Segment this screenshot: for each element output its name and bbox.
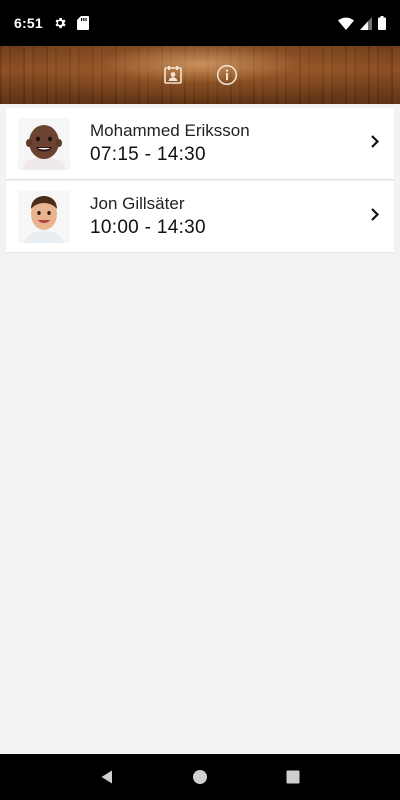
child-text: Jon Gillsäter 10:00 - 14:30 [90, 193, 206, 241]
list-item[interactable]: Mohammed Eriksson 07:15 - 14:30 [6, 108, 394, 179]
avatar [18, 117, 70, 170]
child-name: Jon Gillsäter [90, 193, 185, 213]
chevron-right-icon [370, 134, 380, 153]
signal-icon [360, 16, 372, 30]
child-time: 10:00 - 14:30 [90, 216, 206, 238]
battery-icon [378, 16, 386, 30]
child-text: Mohammed Eriksson 07:15 - 14:30 [90, 120, 250, 168]
back-button[interactable] [87, 757, 127, 797]
info-icon [216, 64, 238, 86]
recents-button[interactable] [273, 757, 313, 797]
info-button[interactable] [214, 62, 240, 88]
nav-bar [0, 754, 400, 800]
sd-card-icon [76, 16, 89, 30]
calendar-contact-button[interactable] [160, 62, 186, 88]
wifi-icon [338, 17, 354, 30]
status-bar: 6:51 [0, 0, 400, 46]
child-list: Mohammed Eriksson 07:15 - 14:30 Jon Gill… [6, 108, 394, 254]
status-time: 6:51 [14, 15, 43, 31]
chevron-right-icon [370, 207, 380, 226]
status-left-icons [53, 16, 89, 30]
calendar-contact-icon [163, 65, 183, 85]
gear-icon [53, 16, 67, 30]
status-right-icons [338, 16, 386, 30]
app-header [0, 46, 400, 104]
home-icon [192, 769, 208, 785]
home-button[interactable] [180, 757, 220, 797]
recents-icon [285, 769, 301, 785]
child-time: 07:15 - 14:30 [90, 143, 206, 165]
child-name: Mohammed Eriksson [90, 120, 250, 140]
avatar [18, 190, 70, 243]
back-icon [99, 769, 115, 785]
list-item[interactable]: Jon Gillsäter 10:00 - 14:30 [6, 181, 394, 252]
